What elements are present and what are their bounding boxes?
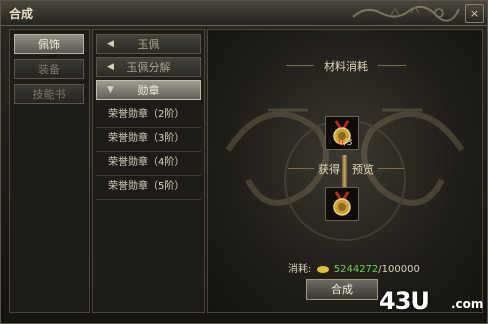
compose-button[interactable]: 合成 — [306, 279, 378, 300]
preview-label-right: 预览 — [352, 163, 374, 176]
category-tab-skillbook[interactable]: 技能书 — [14, 84, 84, 104]
cost-line: 消耗: 5244272/100000 — [288, 260, 420, 275]
watermark-suffix: .com — [451, 297, 484, 311]
material-slot[interactable]: 0/3 — [325, 116, 359, 150]
medal-icon — [333, 191, 351, 216]
material-count: 0/3 — [338, 138, 353, 148]
tree-node-label: 勋章 — [137, 84, 160, 97]
category-tab-accessory[interactable]: 佩饰 — [14, 34, 84, 54]
preview-line-left — [288, 168, 314, 169]
title-bar[interactable]: 合成 × — [1, 1, 487, 26]
cost-current: 5244272 — [333, 264, 379, 275]
compose-window: 合成 × 佩饰 装备 技能书 ◀ 玉佩 ◀ 玉佩分解 ▼ 勋章 荣誉勋章（2阶）… — [0, 0, 488, 324]
site-watermark: 43U .com — [379, 287, 485, 321]
recipe-list-panel: ◀ 玉佩 ◀ 玉佩分解 ▼ 勋章 荣誉勋章（2阶） 荣誉勋章（3阶） 荣誉勋章（… — [92, 29, 205, 313]
list-item[interactable]: 荣誉勋章（2阶） — [96, 104, 201, 128]
title-line-right — [378, 65, 406, 66]
watermark-text: 43U — [379, 287, 430, 315]
tree-node-label: 玉佩分解 — [126, 61, 171, 74]
tree-node-medal[interactable]: ▼ 勋章 — [96, 80, 201, 100]
dragon-ornament-icon — [352, 5, 460, 22]
preview-line-right — [378, 168, 404, 169]
list-item[interactable]: 荣誉勋章（3阶） — [96, 128, 201, 152]
list-item[interactable]: 荣誉勋章（5阶） — [96, 176, 201, 200]
preview-label-left: 获得 — [318, 163, 340, 176]
tree-node-jade-decompose[interactable]: ◀ 玉佩分解 — [96, 57, 201, 77]
gold-icon — [316, 265, 329, 273]
tree-node-jade[interactable]: ◀ 玉佩 — [96, 34, 201, 54]
tree-node-label: 玉佩 — [137, 38, 160, 51]
result-slot[interactable] — [325, 187, 359, 221]
window-title: 合成 — [9, 7, 34, 21]
cost-required: /100000 — [378, 264, 420, 275]
category-tab-equipment[interactable]: 装备 — [14, 59, 84, 79]
title-line-left — [286, 65, 314, 66]
close-button[interactable]: × — [465, 4, 484, 23]
compose-detail-panel: 材料消耗 0/3 获得 预览 消耗: 5244272/100000 合成 — [207, 29, 483, 313]
cost-label: 消耗: — [288, 264, 312, 275]
list-item[interactable]: 荣誉勋章（4阶） — [96, 152, 201, 176]
category-panel: 佩饰 装备 技能书 — [9, 29, 90, 313]
material-title: 材料消耗 — [324, 60, 368, 73]
